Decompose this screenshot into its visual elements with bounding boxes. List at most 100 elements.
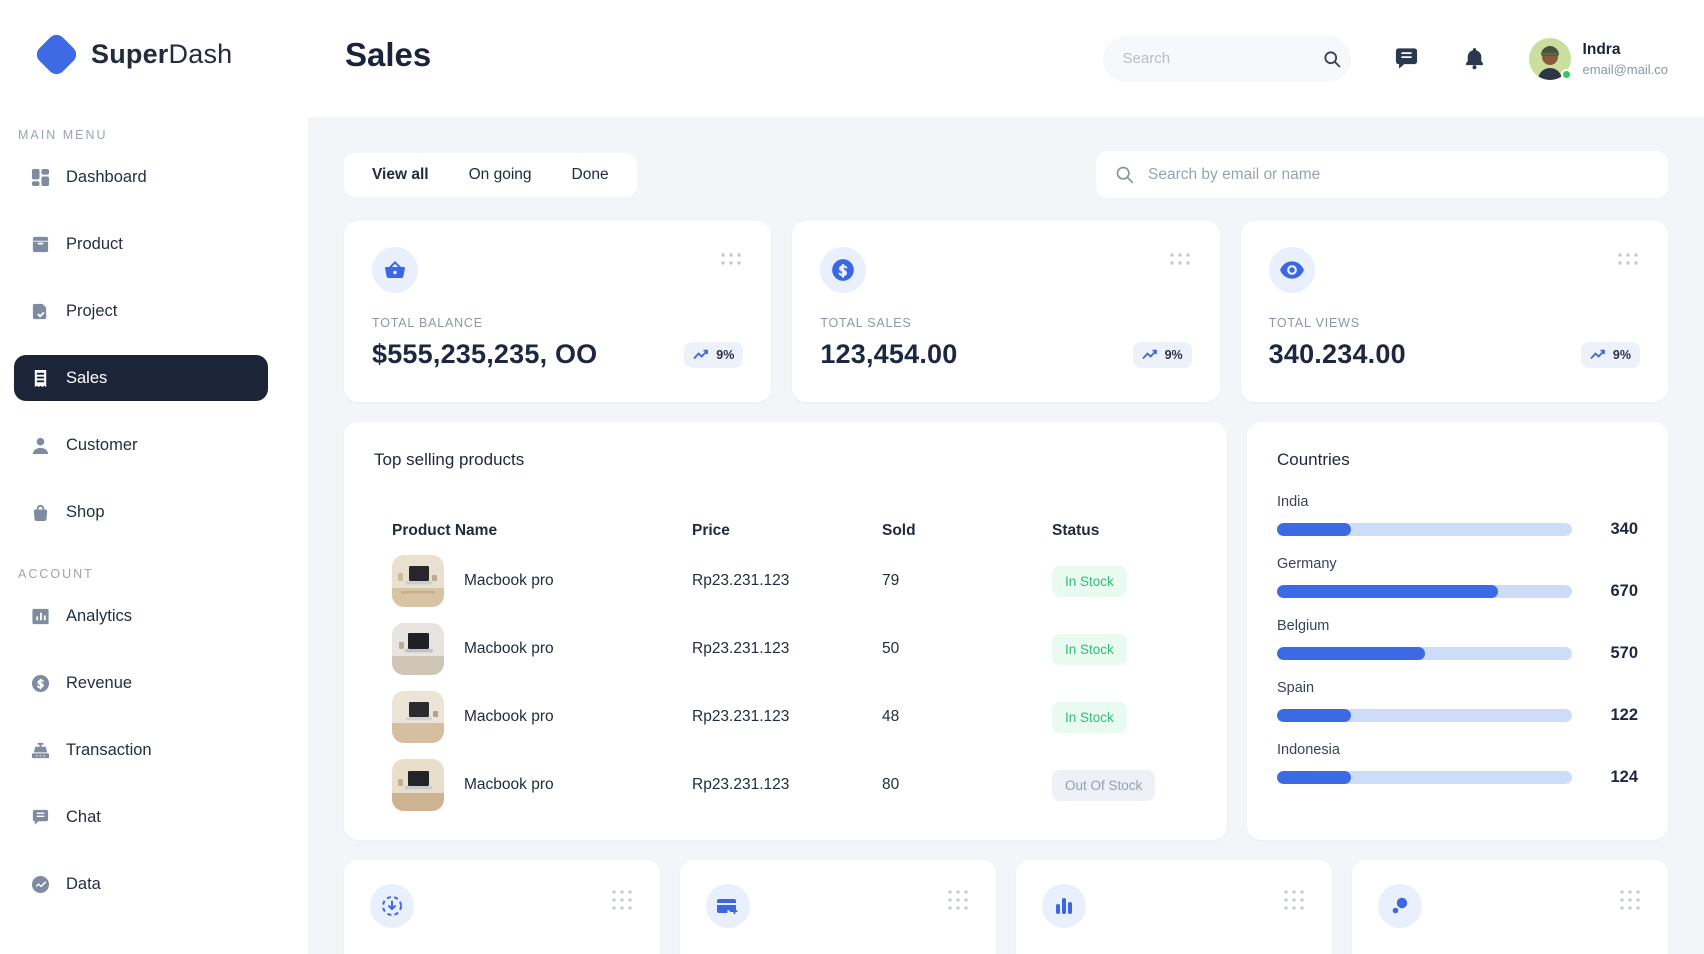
sidebar-item-dashboard[interactable]: Dashboard [14,154,268,200]
tab-on-going[interactable]: On going [469,166,532,184]
table-row[interactable]: Macbook pro Rp23.231.123 50 In Stock [392,622,1197,676]
country-bar [1277,709,1572,722]
card-menu-dots[interactable] [1616,247,1640,274]
online-status-dot [1560,68,1572,80]
table-row[interactable]: Macbook pro Rp23.231.123 79 In Stock [392,554,1197,608]
countries-title: Countries [1277,450,1350,469]
product-name: Macbook pro [464,640,554,657]
sidebar-item-label: Transaction [66,740,152,759]
stat-label: TOTAL VIEWS [1268,316,1360,330]
analytics-chart-icon [30,606,51,627]
trend-value: 9% [716,347,735,362]
stat-card-total-sales: TOTAL SALES 123,454.00 9% [792,221,1220,402]
header: Sales Indra email@mail.co [308,0,1704,117]
table-header: Product Name Price Sold Status [392,522,1197,540]
product-price: Rp23.231.123 [692,776,790,793]
customer-person-icon [30,435,51,456]
country-value: 124 [1610,768,1638,786]
country-label: India [1277,494,1309,510]
status-badge: Out Of Stock [1052,769,1156,801]
brand-light: Dash [168,39,233,69]
shop-bag-icon [30,502,51,523]
tab-view-all[interactable]: View all [372,166,429,184]
sales-receipt-icon [30,368,51,389]
list-search-input[interactable] [1148,165,1650,184]
trend-value: 9% [1612,347,1631,362]
bell-icon[interactable] [1462,46,1487,71]
country-bar [1277,647,1572,660]
sidebar-item-label: Sales [66,368,108,387]
search-icon [1114,164,1135,185]
bottom-cards [344,860,1668,954]
sidebar-item-chat[interactable]: Chat [14,794,268,840]
product-name: Macbook pro [464,708,554,725]
sidebar-item-label: Project [66,301,118,320]
sidebar-item-label: Revenue [66,673,133,692]
card-menu-dots[interactable] [1168,247,1192,274]
stat-card-total-views: TOTAL VIEWS 340.234.00 9% [1240,221,1668,402]
card-menu-dots[interactable] [610,884,634,919]
dollar-circle-icon [820,247,867,293]
trend-up-icon [693,349,709,360]
brand-logo[interactable]: SuperDash [0,0,308,78]
search-icon[interactable] [1322,49,1342,69]
product-price: Rp23.231.123 [692,572,790,589]
card-menu-dots[interactable] [719,247,743,274]
brand-name: SuperDash [91,39,232,70]
product-image [392,691,444,743]
product-image [392,555,444,607]
trend-badge: 9% [684,341,744,368]
sidebar-item-label: Chat [66,807,101,826]
page-title: Sales [345,36,432,73]
table-row[interactable]: Macbook pro Rp23.231.123 80 Out Of Stock [392,758,1197,812]
list-search[interactable] [1096,151,1668,198]
sidebar-item-label: Dashboard [66,167,147,186]
country-value: 670 [1610,582,1638,600]
sidebar-item-project[interactable]: Project [14,288,268,334]
sidebar-item-product[interactable]: Product [14,221,268,267]
transaction-register-icon [30,740,51,761]
sidebar-item-shop[interactable]: Shop [14,489,268,535]
sidebar-item-label: Customer [66,435,138,454]
country-row-germany: Germany 670 [1277,556,1638,601]
user-name: Indra [1582,40,1621,58]
sidebar-item-label: Shop [66,502,105,521]
card-menu-dots[interactable] [946,884,970,919]
table-row[interactable]: Macbook pro Rp23.231.123 48 In Stock [392,690,1197,744]
sidebar-item-data[interactable]: Data [14,861,268,907]
stat-value: 123,454.00 [820,339,958,369]
sidebar-item-transaction[interactable]: Transaction [14,727,268,773]
mini-card-download [344,860,660,954]
stat-value: $555,235,235, OO [372,339,598,369]
product-sold: 48 [882,708,900,725]
chat-icon[interactable] [1393,45,1420,72]
sidebar-item-customer[interactable]: Customer [14,422,268,468]
country-label: Germany [1277,556,1337,572]
product-price: Rp23.231.123 [692,640,790,657]
tab-done[interactable]: Done [572,166,609,184]
col-price: Price [692,522,730,539]
country-bar [1277,585,1572,598]
mini-card-card-add [680,860,996,954]
sidebar-section-account: ACCOUNT [18,567,94,581]
card-menu-dots[interactable] [1282,884,1306,919]
mini-card-bar-chart [1016,860,1332,954]
card-menu-dots[interactable] [1618,884,1642,919]
country-row-india: India 340 [1277,494,1638,539]
project-file-icon [30,301,51,322]
sidebar-item-sales[interactable]: Sales [14,355,268,401]
header-search[interactable] [1102,35,1351,82]
logo-diamond-icon [33,31,80,78]
status-badge: In Stock [1052,701,1127,733]
stat-card-total-balance: TOTAL BALANCE $555,235,235, OO 9% [344,221,772,402]
sidebar-item-analytics[interactable]: Analytics [14,593,268,639]
brand-bold: Super [91,39,169,69]
country-bar [1277,523,1572,536]
header-search-input[interactable] [1122,50,1322,67]
sidebar-item-revenue[interactable]: Revenue [14,660,268,706]
eye-icon [1268,247,1315,293]
user-menu[interactable]: Indra email@mail.co [1528,37,1668,80]
tab-bar: View all On going Done [344,152,637,197]
countries-panel: Countries India 340 Germany 670 Belgium [1247,422,1668,840]
trend-up-icon [1141,349,1157,360]
